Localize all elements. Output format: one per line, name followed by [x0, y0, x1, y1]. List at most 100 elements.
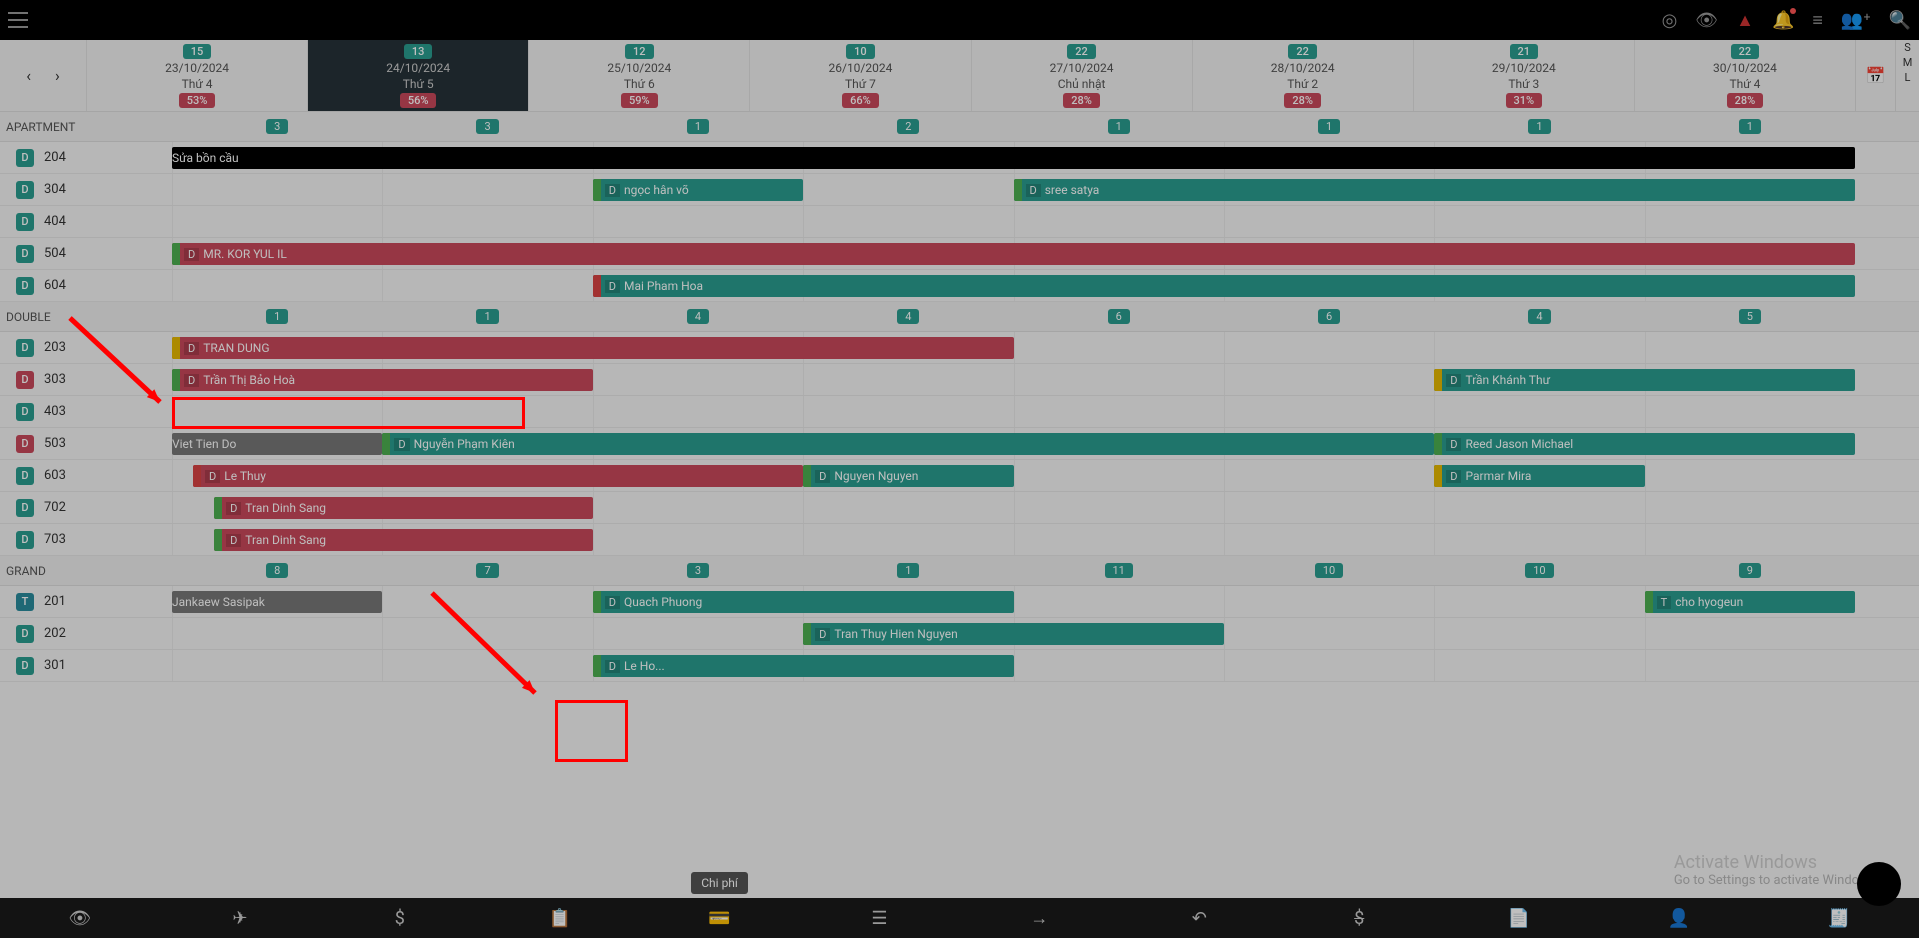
size-m[interactable]: M	[1896, 55, 1919, 70]
booking-bar[interactable]: DReed Jason Michael	[1434, 433, 1855, 455]
date-cell-5[interactable]: 22 28/10/2024 Thứ 2 28%	[1192, 40, 1413, 111]
footer-checkin-icon[interactable]: ✈	[210, 898, 270, 938]
timeline-cell[interactable]	[382, 174, 592, 205]
date-cell-6[interactable]: 21 29/10/2024 Thứ 3 31%	[1413, 40, 1634, 111]
timeline-cell[interactable]	[803, 396, 1013, 427]
footer-forward-icon[interactable]: →	[1009, 898, 1069, 938]
bell-icon[interactable]: 🔔	[1772, 10, 1794, 31]
footer-listview-icon[interactable]: ☰	[849, 898, 909, 938]
room-label[interactable]: D203	[0, 332, 172, 363]
date-cell-0[interactable]: 15 23/10/2024 Thứ 4 53%	[86, 40, 307, 111]
footer-dollar-icon[interactable]: $	[370, 898, 430, 938]
timeline-cell[interactable]	[593, 364, 803, 395]
timeline-cell[interactable]	[1645, 524, 1855, 555]
timeline-cell[interactable]	[172, 206, 382, 237]
timeline-cell[interactable]	[1645, 206, 1855, 237]
timeline-cell[interactable]	[382, 270, 592, 301]
booking-bar[interactable]: DTran Dinh Sang	[214, 497, 593, 519]
footer-account-icon[interactable]: 👤	[1649, 898, 1709, 938]
warning-icon[interactable]: ▲	[1736, 10, 1754, 31]
timeline-cell[interactable]	[1224, 492, 1434, 523]
footer-wallet-icon[interactable]: Chi phí 💳	[690, 898, 750, 938]
timeline-cell[interactable]	[1014, 332, 1224, 363]
timeline-cell[interactable]	[1434, 586, 1644, 617]
timeline-cell[interactable]	[1224, 206, 1434, 237]
booking-bar[interactable]: DTran Thuy Hien Nguyen	[803, 623, 1224, 645]
search-icon[interactable]: 🔍	[1889, 10, 1911, 31]
booking-bar[interactable]: Sửa bồn cầu	[172, 147, 1855, 169]
timeline-cell[interactable]	[1014, 206, 1224, 237]
booking-bar[interactable]: DQuach Phuong	[593, 591, 1014, 613]
booking-bar[interactable]: DTran Dinh Sang	[214, 529, 593, 551]
booking-bar[interactable]: DTrần Thị Bảo Hoà	[172, 369, 593, 391]
timeline-cell[interactable]	[1434, 650, 1644, 681]
timeline-cell[interactable]	[593, 492, 803, 523]
timeline-cell[interactable]	[1434, 396, 1644, 427]
timeline-cell[interactable]	[1434, 332, 1644, 363]
timeline-cell[interactable]	[1434, 524, 1644, 555]
booking-bar[interactable]: DLe Ho...	[593, 655, 1014, 677]
timeline-cell[interactable]	[1224, 586, 1434, 617]
timeline-cell[interactable]	[382, 650, 592, 681]
booking-bar[interactable]: DTRAN DUNG	[172, 337, 1014, 359]
fab-button[interactable]	[1857, 862, 1901, 906]
booking-bar[interactable]: Tcho hyogeun	[1645, 591, 1855, 613]
timeline-cell[interactable]	[382, 396, 592, 427]
timeline-cell[interactable]	[803, 492, 1013, 523]
room-label[interactable]: D304	[0, 174, 172, 205]
timeline-cell[interactable]	[1645, 492, 1855, 523]
next-arrow[interactable]: ›	[55, 66, 60, 85]
room-label[interactable]: T201	[0, 586, 172, 617]
room-label[interactable]: D404	[0, 206, 172, 237]
menu-icon[interactable]	[8, 12, 28, 28]
timeline-cell[interactable]	[1014, 586, 1224, 617]
timeline-cell[interactable]	[1224, 332, 1434, 363]
timeline-cell[interactable]	[1014, 524, 1224, 555]
room-label[interactable]: D703	[0, 524, 172, 555]
timeline-cell[interactable]	[172, 618, 382, 649]
room-label[interactable]: D303	[0, 364, 172, 395]
timeline-cell[interactable]	[1645, 332, 1855, 363]
footer-receipt-icon[interactable]: 🧾	[1809, 898, 1869, 938]
timeline-cell[interactable]	[593, 524, 803, 555]
booking-bar[interactable]: Viet Tien Do	[172, 433, 382, 455]
booking-bar[interactable]: Dngọc hân võ	[593, 179, 803, 201]
timeline-cell[interactable]	[1224, 524, 1434, 555]
date-cell-3[interactable]: 10 26/10/2024 Thứ 7 66%	[749, 40, 970, 111]
timeline-cell[interactable]	[382, 618, 592, 649]
timeline-cell[interactable]	[1224, 618, 1434, 649]
booking-bar[interactable]: DMai Pham Hoa	[593, 275, 1855, 297]
booking-bar[interactable]: DTrần Khánh Thư	[1434, 369, 1855, 391]
timeline-cell[interactable]	[1014, 396, 1224, 427]
target-icon[interactable]: ◎	[1662, 10, 1678, 31]
timeline-cell[interactable]	[803, 524, 1013, 555]
timeline-cell[interactable]	[803, 206, 1013, 237]
timeline-cell[interactable]	[593, 206, 803, 237]
timeline-cell[interactable]	[1224, 650, 1434, 681]
date-cell-4[interactable]: 22 27/10/2024 Chủ nhật 28%	[971, 40, 1192, 111]
timeline-cell[interactable]	[1224, 364, 1434, 395]
timeline-cell[interactable]	[382, 586, 592, 617]
room-label[interactable]: D301	[0, 650, 172, 681]
booking-bar[interactable]: DNguyễn Phạm Kiên	[382, 433, 1434, 455]
timeline-cell[interactable]	[1645, 618, 1855, 649]
booking-bar[interactable]: DMR. KOR YUL IL	[172, 243, 1855, 265]
room-label[interactable]: D604	[0, 270, 172, 301]
room-label[interactable]: D204	[0, 142, 172, 173]
footer-note-icon[interactable]: 📋	[530, 898, 590, 938]
group-add-icon[interactable]: 👥⁺	[1841, 10, 1871, 31]
size-s[interactable]: S	[1896, 40, 1919, 55]
booking-bar[interactable]: Dsree satya	[1014, 179, 1856, 201]
timeline-cell[interactable]	[172, 174, 382, 205]
timeline-cell[interactable]	[172, 396, 382, 427]
timeline-cell[interactable]	[172, 650, 382, 681]
timeline-cell[interactable]	[1014, 492, 1224, 523]
prev-arrow[interactable]: ‹	[26, 66, 31, 85]
timeline-cell[interactable]	[1434, 206, 1644, 237]
eye-icon[interactable]: 👁	[1695, 10, 1718, 31]
calendar-icon[interactable]: 📅	[1855, 40, 1895, 112]
size-l[interactable]: L	[1896, 70, 1919, 85]
date-cell-2[interactable]: 12 25/10/2024 Thứ 6 59%	[528, 40, 749, 111]
timeline-cell[interactable]	[803, 364, 1013, 395]
footer-file-icon[interactable]: 📄	[1489, 898, 1549, 938]
